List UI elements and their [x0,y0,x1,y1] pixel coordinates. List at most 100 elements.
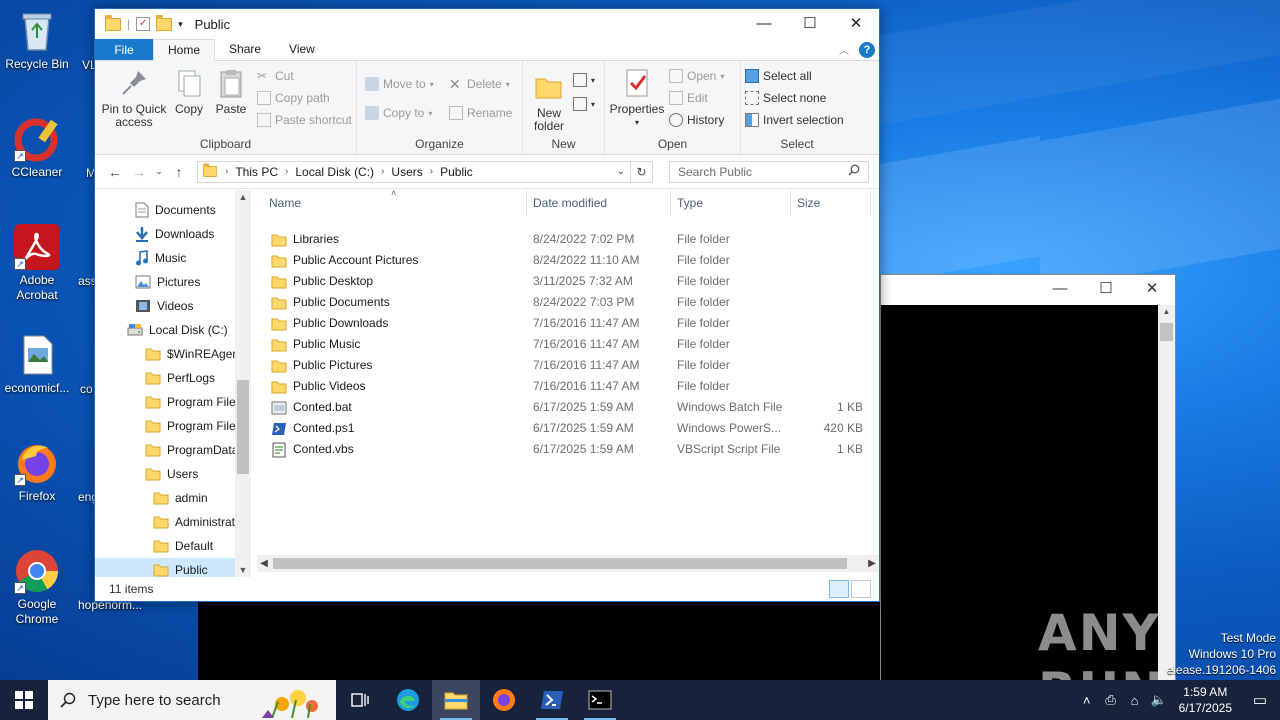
sidebar-item[interactable]: Program Files [95,414,251,438]
invert-selection-button[interactable]: Invert selection [745,113,844,127]
sidebar-item[interactable]: Program Files [95,390,251,414]
horizontal-scrollbar[interactable]: ◀ ▶ [257,555,879,572]
sidebar-item[interactable]: Music [95,246,251,270]
history-button[interactable]: History [669,113,724,127]
breadcrumb-item[interactable]: Public [440,165,473,179]
chevron-down-icon[interactable]: ⌄ [612,166,630,177]
clock[interactable]: 1:59 AM 6/17/2025 [1171,684,1240,716]
chevron-right-icon[interactable]: › [225,166,228,177]
taskbar-search-box[interactable]: Type here to search [48,680,336,720]
notification-icon[interactable]: ▭ [1240,691,1280,709]
firefox-taskbar-button[interactable] [480,680,528,720]
copy-path-button[interactable]: Copy path [257,91,330,105]
new-folder-icon[interactable] [156,14,173,31]
start-button[interactable] [0,680,48,720]
sidebar-item[interactable]: Default [95,534,251,558]
scrollbar-thumb[interactable] [273,558,847,569]
pin-to-quick-access-button[interactable]: Pin to Quick access [101,67,167,129]
sidebar-item[interactable]: $WinREAgent [95,342,251,366]
chevron-up-icon[interactable]: ˄ [1075,693,1099,708]
powershell-taskbar-button[interactable] [528,680,576,720]
task-view-button[interactable] [336,680,384,720]
desktop-icon-adobe-acrobat[interactable]: ↗ Adobe Acrobat [0,224,74,303]
breadcrumb[interactable]: › This PC › Local Disk (C:) › Users › Pu… [197,160,631,183]
file-explorer-window[interactable]: | ✓ ▾ Public — ☐ ✕ File Home Share View … [94,8,880,602]
sidebar-item[interactable]: ProgramData [95,438,251,462]
breadcrumb-item[interactable]: Local Disk (C:) [295,165,374,179]
sidebar-item[interactable]: Local Disk (C:) [95,318,251,342]
help-icon[interactable]: ? [859,41,875,58]
rename-button[interactable]: Rename [449,106,512,120]
table-row[interactable]: Public Music 7/16/2016 11:47 AM File folde… [271,334,879,355]
paste-shortcut-button[interactable]: Paste shortcut [257,113,352,127]
explorer-titlebar[interactable]: | ✓ ▾ Public — ☐ ✕ [95,9,879,39]
select-all-button[interactable]: Select all [745,69,812,83]
console-titlebar[interactable]: — ☐ ✕ [881,275,1175,305]
delete-button[interactable]: ✕ Delete ▾ [449,77,510,91]
table-row[interactable]: Conted.bat 6/17/2025 1:59 AM Windows Batch… [271,397,879,418]
maximize-icon[interactable]: ☐ [787,9,833,39]
forward-arrow-icon[interactable]: → [127,164,151,180]
desktop-icon-google-chrome[interactable]: ↗ Google Chrome [0,548,74,627]
up-arrow-icon[interactable]: ↑ [167,164,191,180]
table-row[interactable]: Conted.ps1 6/17/2025 1:59 AM Windows Power… [271,418,879,439]
scroll-up-icon[interactable]: ▲ [1158,307,1175,316]
select-none-button[interactable]: Select none [745,91,826,105]
back-arrow-icon[interactable]: ← [103,164,127,180]
network-icon[interactable]: ⌂ [1123,693,1147,708]
open-button[interactable]: Open ▾ [669,69,724,83]
move-to-button[interactable]: Move to ▾ [365,77,434,91]
sidebar-item[interactable]: Pictures [95,270,251,294]
properties-button[interactable]: Properties ▾ [609,67,665,129]
column-header-date[interactable]: Date modified [527,190,671,216]
network-device-icon[interactable]: ⎙ [1099,692,1123,708]
breadcrumb-item[interactable]: Users [391,165,422,179]
volume-icon[interactable]: 🔈 [1147,692,1171,708]
table-row[interactable]: Public Documents 8/24/2022 7:03 PM File fo… [271,292,879,313]
chevron-right-icon[interactable]: › [381,166,384,177]
sidebar-item[interactable]: PerfLogs [95,366,251,390]
edit-button[interactable]: Edit [669,91,708,105]
column-header-size[interactable]: Size [791,190,871,216]
table-row[interactable]: Libraries 8/24/2022 7:02 PM File folder [271,229,879,250]
properties-check-icon[interactable]: ✓ [136,17,151,31]
sidebar-item[interactable]: Public [95,558,251,577]
search-input[interactable]: Search Public [669,160,869,183]
tab-home[interactable]: Home [153,39,216,61]
breadcrumb-item[interactable]: This PC [235,165,278,179]
table-row[interactable]: Public Videos 7/16/2016 11:47 AM File fold… [271,376,879,397]
table-row[interactable]: Public Account Pictures 8/24/2022 11:10 A… [271,250,879,271]
sidebar-item[interactable]: Downloads [95,222,251,246]
tab-view[interactable]: View [275,39,329,60]
sidebar-item[interactable]: Administrat [95,510,251,534]
large-icons-view-icon[interactable] [851,580,871,598]
new-item-button[interactable]: ▾ [573,73,595,87]
new-folder-button[interactable]: New folder [529,71,569,133]
copy-to-button[interactable]: Copy to ▾ [365,106,432,120]
scroll-up-icon[interactable]: ▲ [235,192,251,202]
tab-file[interactable]: File [95,39,153,60]
refresh-icon[interactable]: ↻ [631,160,653,183]
customize-dropdown-icon[interactable]: ▾ [178,19,183,30]
desktop-icon-firefox[interactable]: ↗ Firefox [0,440,74,504]
table-row[interactable]: Public Downloads 7/16/2016 11:47 AM File f… [271,313,879,334]
desktop-icon-ccleaner[interactable]: ↗ CCleaner [0,116,74,180]
sidebar-item[interactable]: Users [95,462,251,486]
tab-share[interactable]: Share [215,39,275,60]
sidebar-item[interactable]: Videos [95,294,251,318]
cut-button[interactable]: ✂ Cut [257,69,294,83]
navigation-scrollbar[interactable]: ▲ ▼ [235,190,251,577]
table-row[interactable]: Public Pictures 7/16/2016 11:47 AM File fo… [271,355,879,376]
maximize-icon[interactable]: ☐ [1083,275,1129,305]
copy-button[interactable]: Copy [169,67,209,116]
column-header-type[interactable]: Type [671,190,791,216]
chevron-right-icon[interactable]: › [285,166,288,177]
details-view-icon[interactable] [829,580,849,598]
collapse-ribbon-icon[interactable]: ︿ [839,42,849,57]
paste-button[interactable]: Paste [211,67,251,116]
minimize-icon[interactable]: — [741,9,787,39]
command-prompt-taskbar-button[interactable] [576,680,624,720]
recent-locations-icon[interactable]: ⌄ [151,166,167,177]
desktop-icon-recycle-bin[interactable]: Recycle Bin [0,8,74,72]
file-explorer-taskbar-button[interactable] [432,680,480,720]
